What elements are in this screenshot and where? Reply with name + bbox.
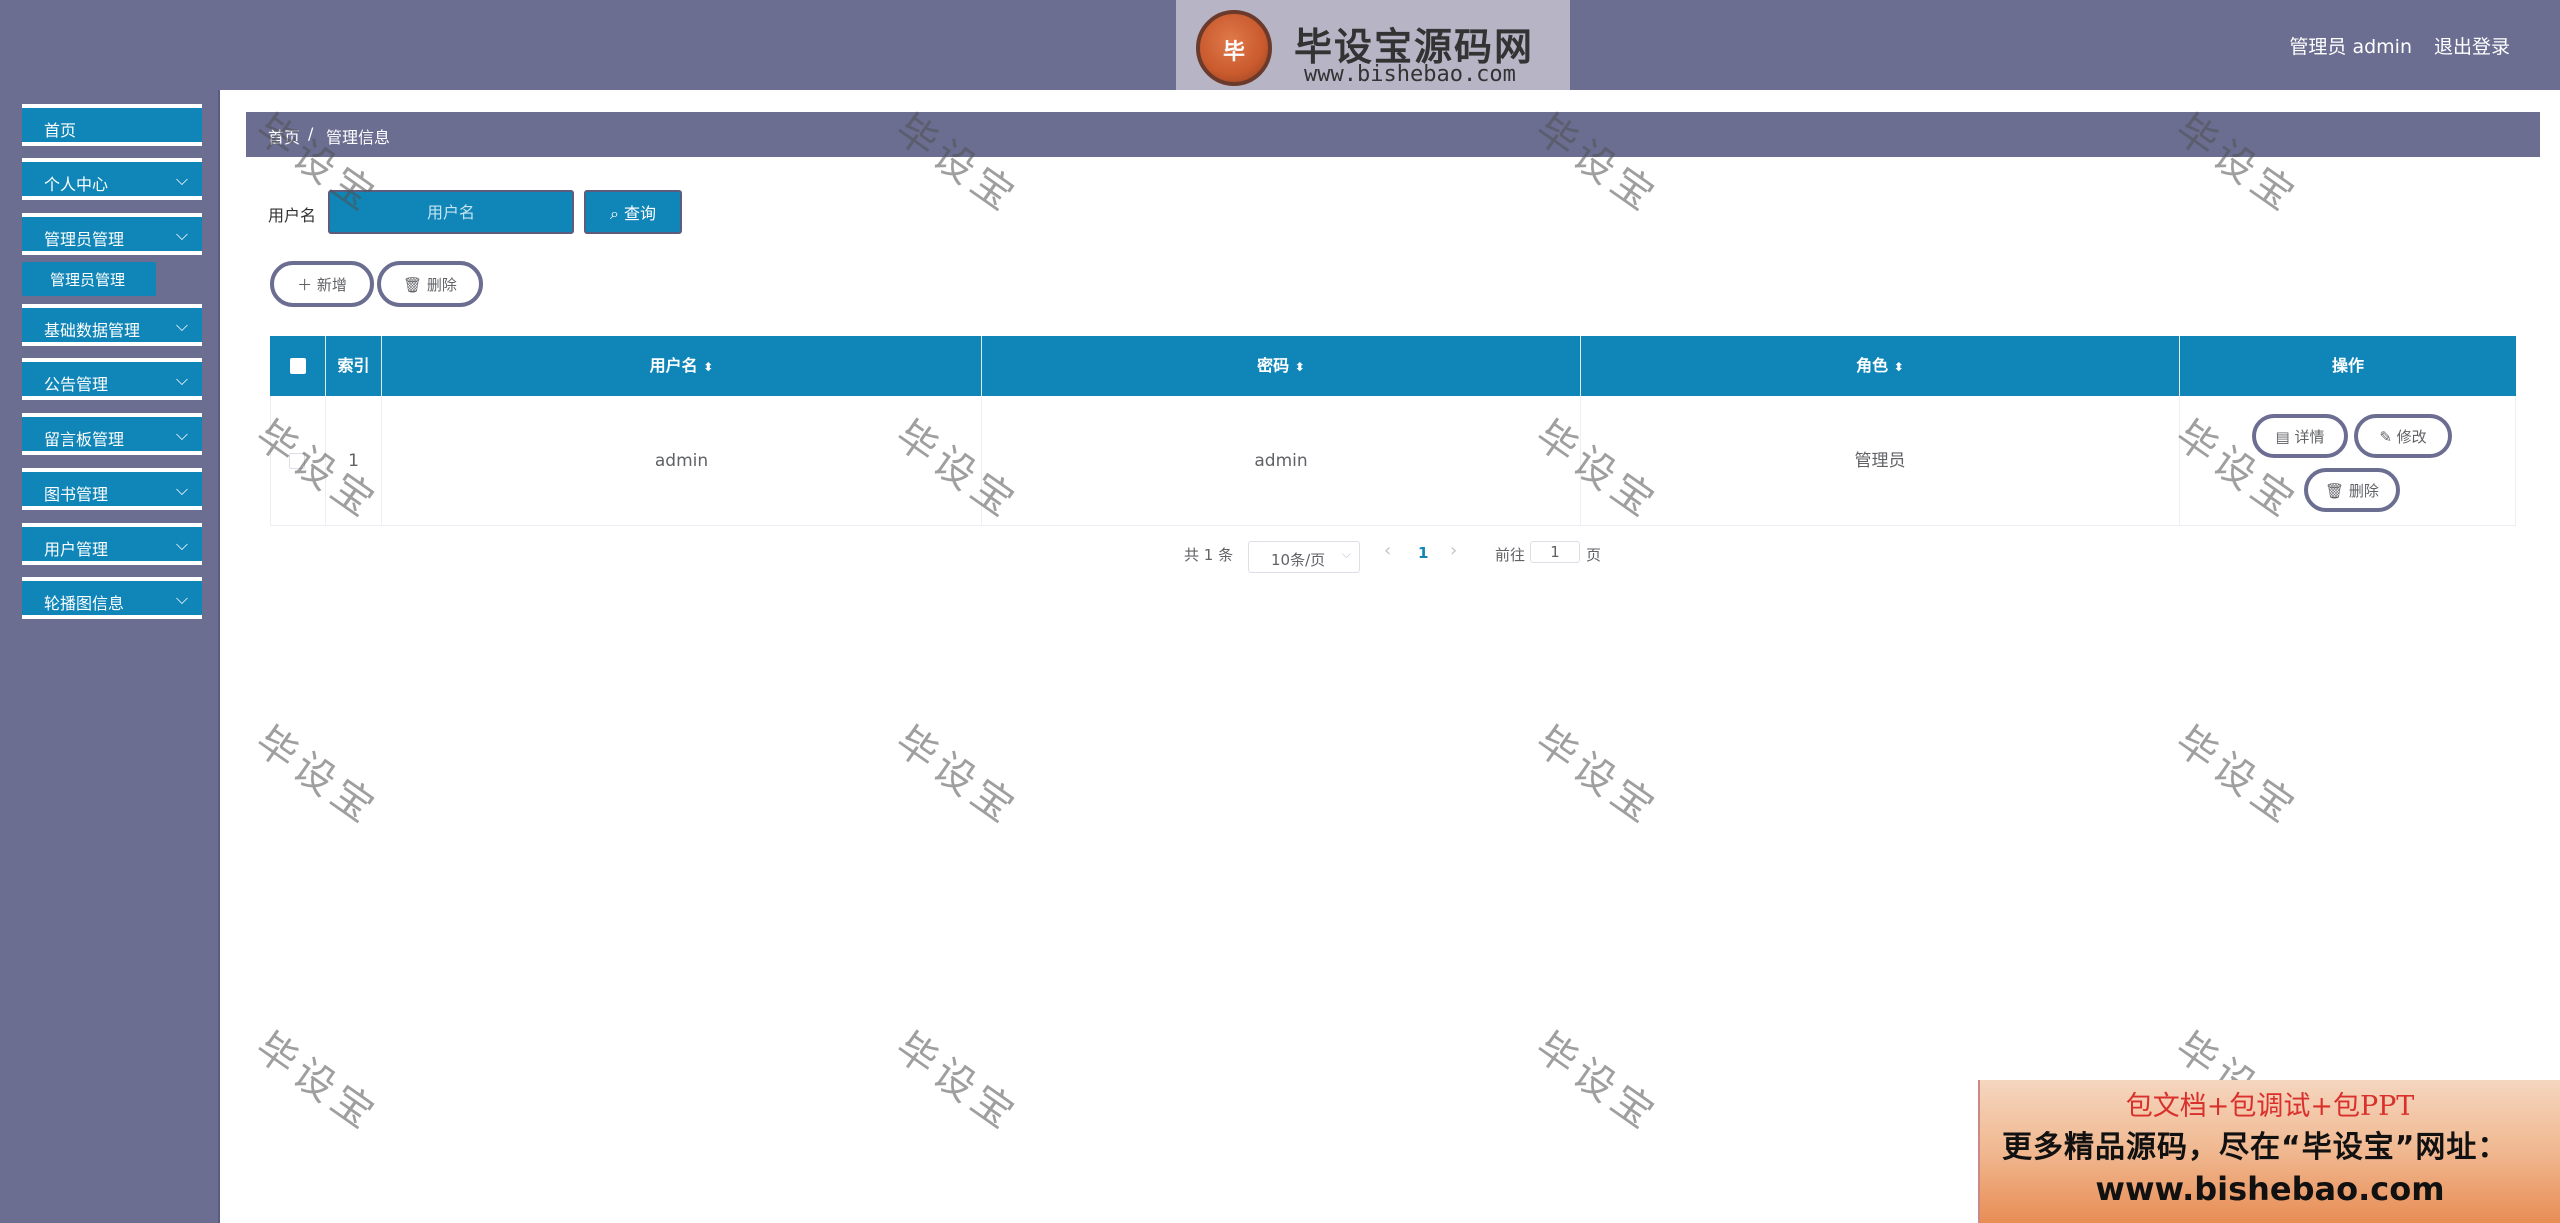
chevron-down-icon: ⌵ (175, 316, 188, 335)
chevron-right-icon[interactable]: › (1450, 540, 1457, 561)
sidebar-item-carousel[interactable]: 轮播图信息 ⌵ (22, 577, 202, 619)
logo-url: www.bishebao.com (1304, 62, 1516, 87)
search-icon: ⌕ (609, 204, 619, 223)
current-user: 管理员 admin (2289, 36, 2412, 58)
cell-password: admin (982, 396, 1581, 526)
trash-icon: 🗑 (2325, 481, 2345, 500)
cell-username: admin (382, 396, 982, 526)
breadcrumb-current: 管理信息 (326, 128, 391, 147)
document-icon: ▤ (2275, 427, 2290, 446)
top-header: 毕 毕设宝源码网 www.bishebao.com 管理员 admin 退出登录 (0, 0, 2560, 90)
edit-icon: ✎ (2379, 427, 2392, 446)
promo-banner[interactable]: 包文档+包调试+包PPT 更多精品源码，尽在“毕设宝”网址： www.bishe… (1978, 1080, 2560, 1223)
sidebar-item-messages[interactable]: 留言板管理 ⌵ (22, 413, 202, 455)
chevron-down-icon: ⌵ (175, 370, 188, 389)
promo-line-1: 包文档+包调试+包PPT (2125, 1091, 2415, 1122)
promo-line-2: 更多精品源码，尽在“毕设宝”网址： (2002, 1130, 2509, 1165)
table-header: 索引 用户名 ⬍ 密码 ⬍ 角色 ⬍ 操作 (270, 336, 2516, 396)
chevron-down-icon: ⌵ (175, 535, 188, 554)
row-checkbox[interactable] (289, 453, 305, 469)
chevron-left-icon[interactable]: ‹ (1384, 540, 1391, 561)
plus-icon: ＋ (297, 275, 313, 294)
batch-delete-button[interactable]: 🗑 删除 (377, 261, 483, 307)
sidebar-item-admin-manage[interactable]: 管理员管理 ⌵ (22, 213, 202, 255)
watermark: 毕设宝 (246, 1023, 387, 1141)
table-row: 1 admin admin 管理员 ▤ 详情 ✎ 修改 🗑 删除 (270, 396, 2516, 526)
breadcrumb-separator: / (308, 124, 314, 143)
trash-icon: 🗑 (403, 275, 423, 294)
chevron-down-icon: ⌵ (175, 425, 188, 444)
sort-icon: ⬍ (1893, 360, 1904, 374)
search-button[interactable]: ⌕ 查询 (584, 190, 682, 234)
col-actions: 操作 (2331, 356, 2364, 375)
sidebar-item-books[interactable]: 图书管理 ⌵ (22, 468, 202, 510)
watermark: 毕设宝 (246, 717, 387, 835)
pagination-goto-input[interactable] (1530, 541, 1580, 563)
col-role[interactable]: 角色 ⬍ (1581, 336, 2180, 396)
logout-link[interactable]: 退出登录 (2434, 32, 2510, 59)
chevron-down-icon: ⌵ (175, 589, 188, 608)
pagination-goto-unit: 页 (1586, 546, 1602, 564)
cell-actions: ▤ 详情 ✎ 修改 🗑 删除 (2180, 396, 2516, 526)
col-index: 索引 (326, 336, 382, 396)
add-button[interactable]: ＋ 新增 (270, 261, 374, 307)
breadcrumb-home[interactable]: 首页 (268, 124, 300, 148)
watermark: 毕设宝 (1526, 717, 1667, 835)
watermark: 毕设宝 (886, 1023, 1027, 1141)
username-search-input[interactable] (328, 190, 574, 234)
watermark: 毕设宝 (1526, 1023, 1667, 1141)
pagination-page[interactable]: 1 (1418, 544, 1428, 562)
promo-line-3: www.bishebao.com (2095, 1170, 2445, 1208)
watermark: 毕设宝 (2166, 717, 2307, 835)
chevron-down-icon: ⌵ (175, 170, 188, 189)
chevron-down-icon: ⌵ (1341, 547, 1351, 561)
breadcrumb: 首页 / 管理信息 (246, 112, 2540, 157)
delete-button[interactable]: 🗑 删除 (2304, 468, 2400, 512)
sidebar: 首页 个人中心 ⌵ 管理员管理 ⌵ 管理员管理 基础数据管理 ⌵ 公告管理 ⌵ … (0, 90, 220, 1223)
chevron-down-icon: ⌵ (175, 225, 188, 244)
sort-icon: ⬍ (703, 360, 714, 374)
search-label: 用户名 (268, 206, 317, 225)
edit-button[interactable]: ✎ 修改 (2354, 414, 2452, 458)
page-size-select[interactable]: 10条/页 ⌵ (1248, 541, 1360, 573)
pagination-total: 共 1 条 (1184, 546, 1234, 564)
sidebar-item-notice[interactable]: 公告管理 ⌵ (22, 358, 202, 400)
sort-icon: ⬍ (1294, 360, 1305, 374)
sidebar-item-users[interactable]: 用户管理 ⌵ (22, 523, 202, 565)
select-all-checkbox[interactable] (290, 358, 306, 374)
pagination-goto-label: 前往 (1495, 546, 1526, 564)
cell-role: 管理员 (1581, 396, 2180, 526)
col-username[interactable]: 用户名 ⬍ (382, 336, 982, 396)
row-select-cell (270, 396, 326, 526)
cell-index: 1 (326, 396, 382, 526)
chevron-down-icon: ⌵ (175, 480, 188, 499)
sidebar-item-basic-data[interactable]: 基础数据管理 ⌵ (22, 304, 202, 346)
col-password[interactable]: 密码 ⬍ (982, 336, 1581, 396)
watermark: 毕设宝 (886, 717, 1027, 835)
site-logo: 毕 毕设宝源码网 www.bishebao.com (1176, 0, 1570, 90)
sidebar-item-home[interactable]: 首页 (22, 104, 202, 146)
sidebar-item-profile[interactable]: 个人中心 ⌵ (22, 158, 202, 200)
detail-button[interactable]: ▤ 详情 (2252, 414, 2348, 458)
submenu-item-admin-manage[interactable]: 管理员管理 (22, 262, 156, 296)
select-all-cell (270, 336, 326, 396)
logo-badge-icon: 毕 (1196, 10, 1272, 86)
